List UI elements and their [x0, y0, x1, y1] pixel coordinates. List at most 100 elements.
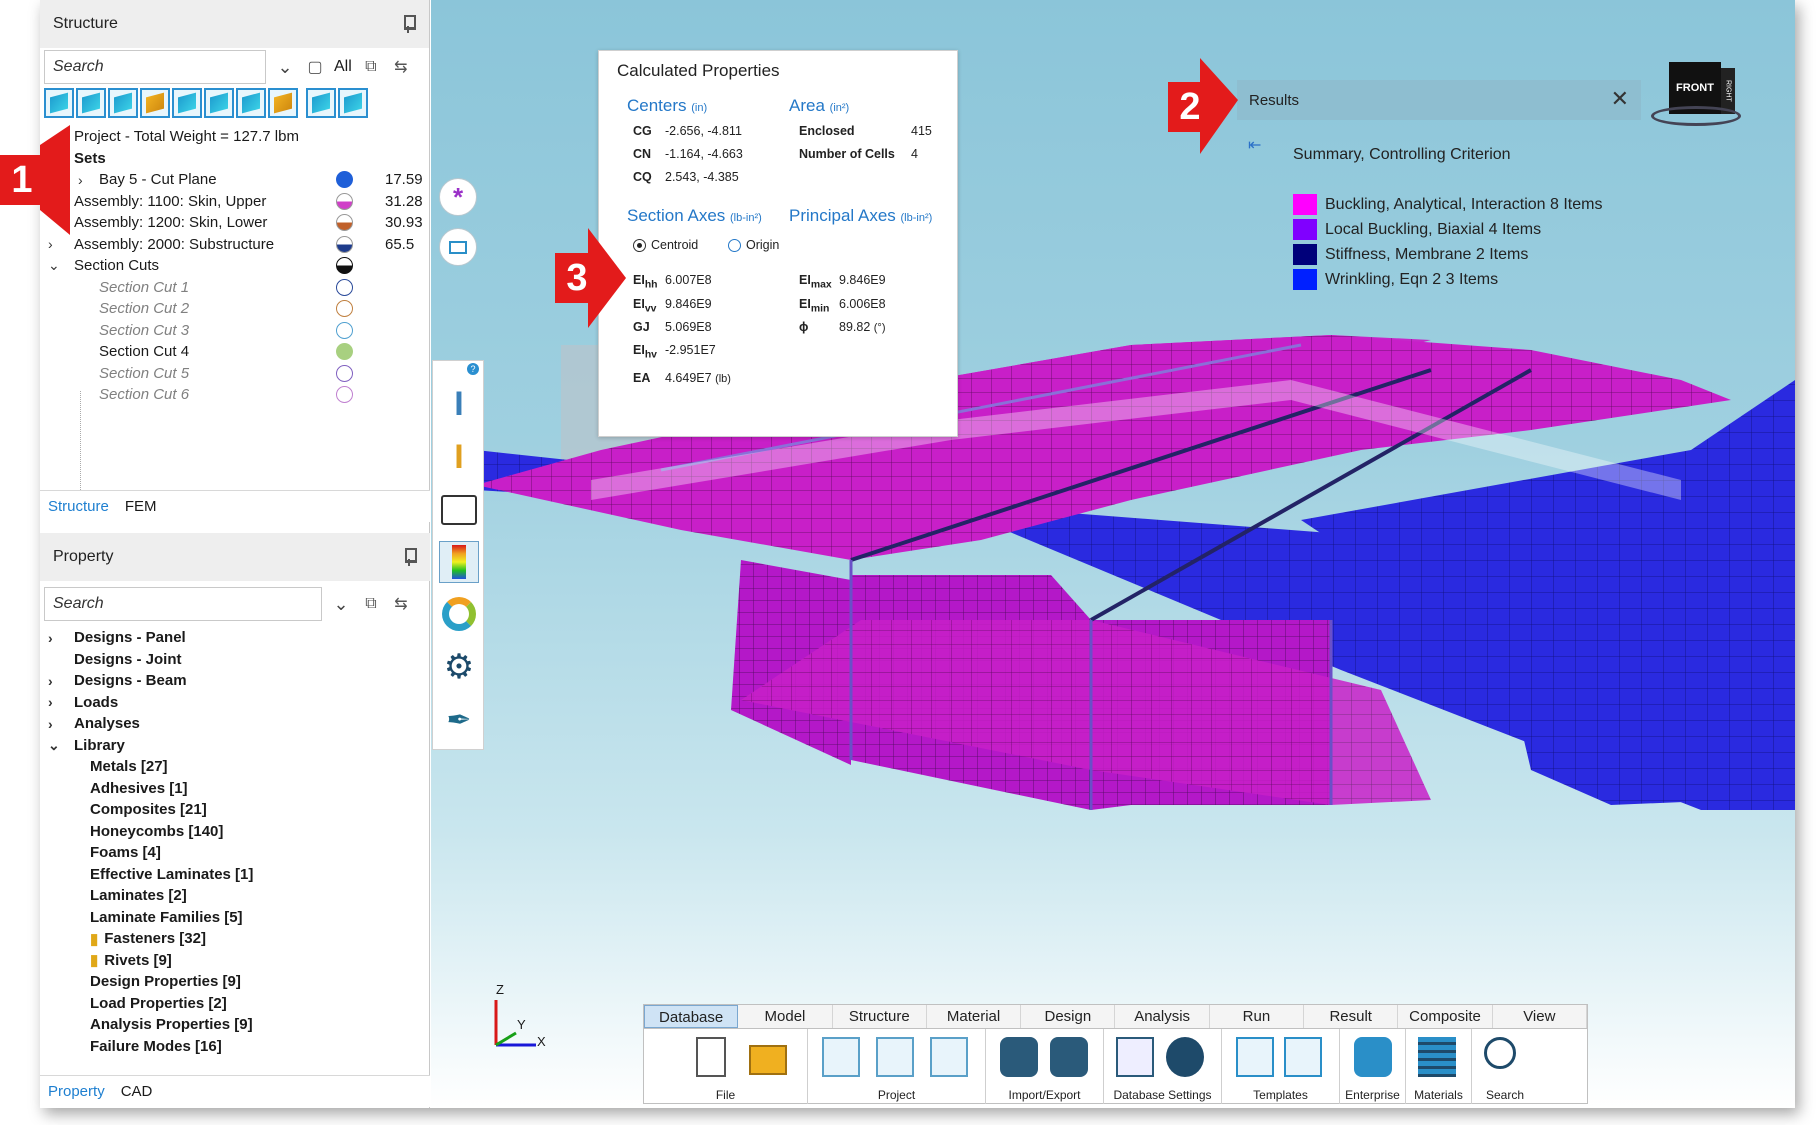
settings-view-icon[interactable]: ⚙: [439, 646, 479, 688]
gear-icon[interactable]: [1166, 1037, 1204, 1077]
beam-check-icon[interactable]: I: [439, 436, 479, 478]
ribbon-tab-database[interactable]: Database: [644, 1005, 739, 1028]
lib-laminate-families[interactable]: Laminate Families [5]: [40, 907, 430, 929]
lib-analysis-properties[interactable]: Analysis Properties [9]: [40, 1014, 430, 1036]
property-search-input[interactable]: Search: [44, 587, 322, 621]
frame-icon[interactable]: [439, 228, 477, 266]
ribbon-tab-analysis[interactable]: Analysis: [1115, 1005, 1210, 1028]
donut-chart-icon[interactable]: [439, 593, 479, 635]
color-swatch[interactable]: [336, 214, 353, 232]
color-swatch[interactable]: [336, 257, 353, 275]
database-import-icon[interactable]: [1000, 1037, 1038, 1077]
color-swatch[interactable]: [336, 386, 353, 404]
copy-icon[interactable]: ⧉: [360, 56, 382, 78]
color-swatch[interactable]: [336, 364, 353, 382]
tree-section-cut-5[interactable]: Section Cut 5: [40, 363, 429, 385]
swap-icon[interactable]: ⇆: [390, 56, 412, 78]
centroid-radio[interactable]: [633, 239, 646, 252]
new-file-icon[interactable]: [696, 1037, 726, 1077]
color-swatch[interactable]: [336, 278, 353, 296]
tree-project[interactable]: Project - Total Weight = 127.7 lbm: [40, 126, 429, 148]
ribbon-tab-design[interactable]: Design: [1021, 1005, 1116, 1028]
tree-section-cut-3[interactable]: Section Cut 3: [40, 320, 429, 342]
pin-icon[interactable]: [401, 15, 416, 33]
collapse-arrow-icon[interactable]: ⇤: [1248, 135, 1261, 155]
enterprise-icon[interactable]: [1354, 1037, 1392, 1077]
tab-property[interactable]: Property: [40, 1083, 113, 1100]
ribbon-tab-structure[interactable]: Structure: [833, 1005, 927, 1028]
filter-joint-icon[interactable]: [306, 88, 336, 118]
open-folder-icon[interactable]: [749, 1045, 787, 1075]
color-swatch[interactable]: [336, 321, 353, 339]
color-swatch[interactable]: [336, 235, 353, 253]
color-swatch[interactable]: [336, 300, 353, 318]
tree-loads[interactable]: › Loads: [40, 692, 430, 714]
lib-failure-modes[interactable]: Failure Modes [16]: [40, 1036, 430, 1058]
tree-asm1100[interactable]: Assembly: 1100: Skin, Upper 31.28: [40, 191, 429, 213]
search-icon[interactable]: [1484, 1037, 1516, 1069]
contour-legend-icon[interactable]: [439, 541, 479, 583]
database-export-icon[interactable]: [1050, 1037, 1088, 1077]
lib-rivets[interactable]: ▮ Rivets [9]: [40, 950, 430, 972]
close-icon[interactable]: ✕: [1611, 86, 1629, 112]
lib-load-properties[interactable]: Load Properties [2]: [40, 993, 430, 1015]
tab-fem[interactable]: FEM: [117, 498, 165, 515]
filter-ibeam-icon[interactable]: [204, 88, 234, 118]
origin-radio[interactable]: [728, 239, 741, 252]
filter-solid-icon[interactable]: [236, 88, 266, 118]
tree-designs-joint[interactable]: Designs - Joint: [40, 649, 430, 671]
beam-analysis-icon[interactable]: I: [439, 383, 479, 425]
project-icon[interactable]: [876, 1037, 914, 1077]
all-filter-label[interactable]: All: [334, 58, 352, 76]
filter-layers-icon[interactable]: [268, 88, 298, 118]
tree-section-cut-6[interactable]: Section Cut 6: [40, 384, 429, 406]
lib-composites[interactable]: Composites [21]: [40, 799, 430, 821]
pen-icon[interactable]: ✒: [439, 699, 479, 741]
tree-analyses[interactable]: › Analyses: [40, 713, 430, 735]
new-project-icon[interactable]: [822, 1037, 860, 1077]
help-icon[interactable]: ?: [467, 363, 479, 375]
template-edit-icon[interactable]: [1284, 1037, 1322, 1077]
ribbon-tab-view[interactable]: View: [1493, 1005, 1587, 1028]
tree-designs-beam[interactable]: › Designs - Beam: [40, 670, 430, 692]
filter-skin-icon[interactable]: [172, 88, 202, 118]
tree-section-cut-1[interactable]: Section Cut 1: [40, 277, 429, 299]
lib-honeycombs[interactable]: Honeycombs [140]: [40, 821, 430, 843]
lib-metals[interactable]: Metals [27]: [40, 756, 430, 778]
color-swatch[interactable]: [336, 343, 353, 361]
lib-effective-laminates[interactable]: Effective Laminates [1]: [40, 864, 430, 886]
copy-icon[interactable]: ⧉: [360, 593, 382, 615]
tree-section-cuts[interactable]: ⌄ Section Cuts: [40, 255, 429, 277]
ribbon-tab-composite[interactable]: Composite: [1398, 1005, 1493, 1028]
filter-panel-icon[interactable]: [76, 88, 106, 118]
lib-laminates[interactable]: Laminates [2]: [40, 885, 430, 907]
tree-sets[interactable]: ⌄Sets: [40, 148, 429, 170]
tree-asm2000[interactable]: › Assembly: 2000: Substructure 65.5: [40, 234, 429, 256]
filter-fastener-icon[interactable]: [338, 88, 368, 118]
color-swatch[interactable]: [336, 171, 353, 189]
chevron-down-icon[interactable]: ⌄: [274, 57, 296, 78]
asterisk-icon[interactable]: *: [439, 178, 477, 216]
tree-bay5[interactable]: › Bay 5 - Cut Plane 17.59: [40, 169, 429, 191]
structure-search-input[interactable]: Search: [44, 50, 266, 84]
tree-asm1200[interactable]: Assembly: 1200: Skin, Lower 30.93: [40, 212, 429, 234]
lib-fasteners[interactable]: ▮ Fasteners [32]: [40, 928, 430, 950]
tab-structure[interactable]: Structure: [40, 498, 117, 515]
chevron-down-icon[interactable]: ⌄: [330, 594, 352, 615]
template-settings-icon[interactable]: [1116, 1037, 1154, 1077]
filter-grid-icon[interactable]: [44, 88, 74, 118]
template-icon[interactable]: [1236, 1037, 1274, 1077]
pin-icon[interactable]: [402, 548, 417, 566]
lib-foams[interactable]: Foams [4]: [40, 842, 430, 864]
ribbon-tab-result[interactable]: Result: [1304, 1005, 1399, 1028]
filter-beam-icon[interactable]: [140, 88, 170, 118]
ribbon-tab-material[interactable]: Material: [927, 1005, 1022, 1028]
tree-library[interactable]: ⌄ Library: [40, 735, 430, 757]
view-cube-ring[interactable]: [1651, 106, 1741, 126]
cube-filter-icon[interactable]: ▢: [304, 56, 326, 78]
swap-icon[interactable]: ⇆: [390, 593, 412, 615]
ribbon-tab-run[interactable]: Run: [1210, 1005, 1305, 1028]
import-project-icon[interactable]: [930, 1037, 968, 1077]
lib-adhesives[interactable]: Adhesives [1]: [40, 778, 430, 800]
tab-cad[interactable]: CAD: [113, 1083, 161, 1100]
